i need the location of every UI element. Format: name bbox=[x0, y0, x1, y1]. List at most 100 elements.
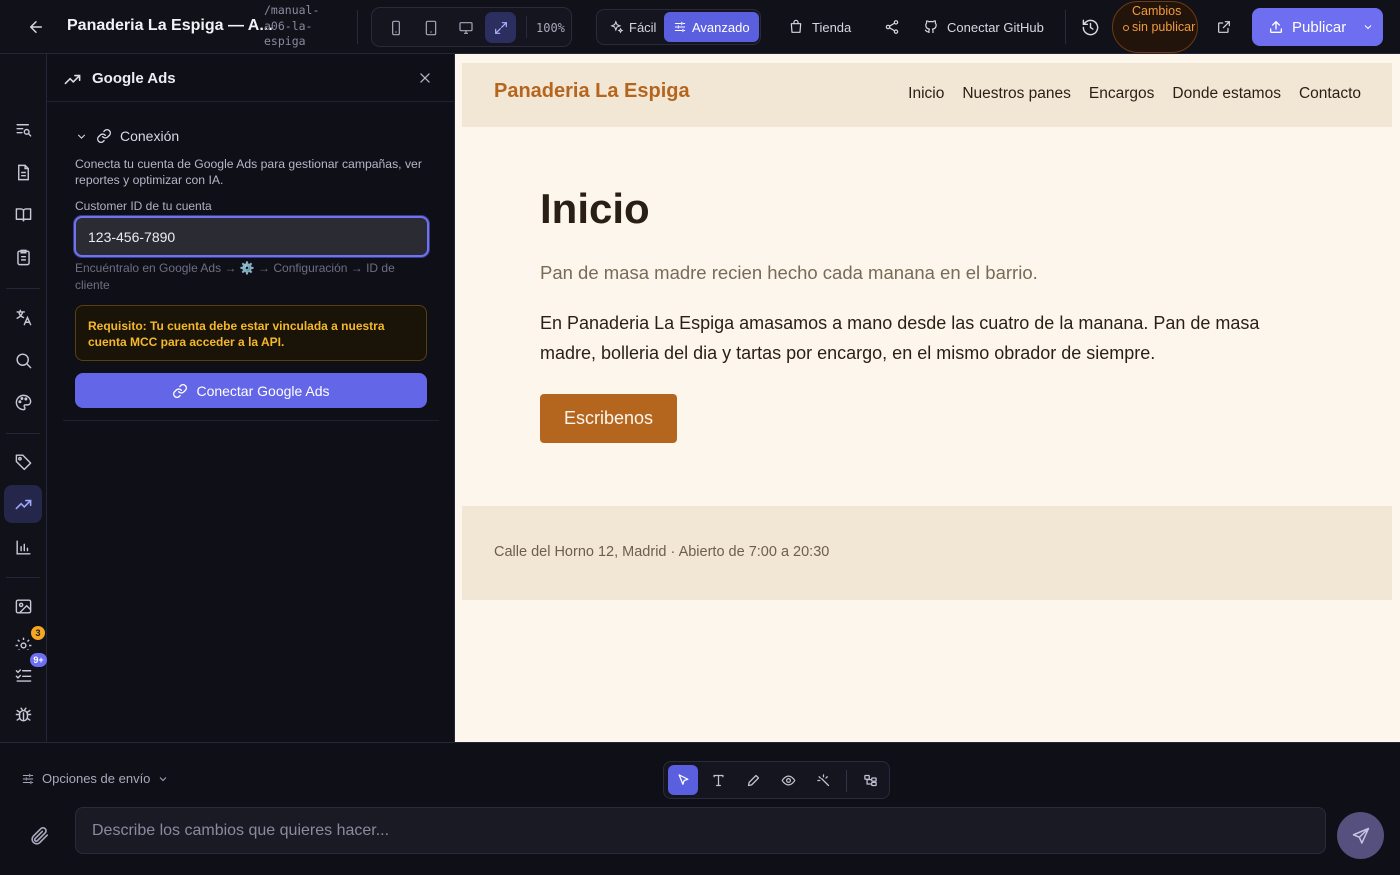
site-nav: Inicio Nuestros panes Encargos Donde est… bbox=[908, 85, 1361, 103]
connect-label: Conectar Google Ads bbox=[196, 382, 330, 399]
rail-item-analytics[interactable] bbox=[4, 528, 42, 566]
site-nav-item[interactable]: Contacto bbox=[1299, 85, 1361, 103]
mode-advanced-label: Avanzado bbox=[692, 19, 750, 35]
rail-item-content[interactable] bbox=[4, 153, 42, 191]
sparkles-icon bbox=[610, 20, 624, 34]
status-dot-icon bbox=[1123, 25, 1129, 31]
left-rail: 3 9+ bbox=[0, 54, 47, 742]
history-icon bbox=[1082, 19, 1099, 35]
expand-icon bbox=[494, 21, 507, 34]
tablet-view-button[interactable] bbox=[415, 12, 446, 43]
project-slug: /manual-a06-la-espiga bbox=[264, 3, 320, 48]
select-tool-button[interactable] bbox=[668, 765, 698, 795]
chevron-down-icon bbox=[77, 133, 86, 139]
text-search-icon bbox=[15, 123, 31, 137]
link-icon bbox=[97, 129, 111, 143]
site-logo[interactable]: Panaderia La Espiga bbox=[494, 80, 690, 103]
requirement-warning: Requisito: Tu cuenta debe estar vinculad… bbox=[75, 305, 427, 361]
monitor-icon bbox=[458, 21, 473, 34]
github-label: Conectar GitHub bbox=[947, 19, 1044, 35]
close-icon[interactable] bbox=[418, 71, 432, 85]
attach-button[interactable] bbox=[28, 825, 50, 847]
notification-badge: 3 bbox=[31, 626, 45, 640]
rail-item-tasks[interactable] bbox=[4, 656, 42, 694]
structure-tool-button[interactable] bbox=[855, 765, 885, 795]
fullscreen-view-button[interactable] bbox=[485, 12, 516, 43]
message-input[interactable] bbox=[75, 807, 1326, 854]
desktop-view-button[interactable] bbox=[450, 12, 481, 43]
smartphone-icon bbox=[391, 20, 400, 35]
site-nav-item[interactable]: Encargos bbox=[1089, 85, 1154, 103]
file-text-icon bbox=[17, 164, 29, 180]
section-header[interactable]: Conexión bbox=[75, 128, 179, 144]
share-button[interactable] bbox=[884, 14, 900, 40]
pointer-icon bbox=[678, 773, 688, 785]
connect-github-button[interactable]: Conectar GitHub bbox=[923, 14, 1044, 40]
share-icon bbox=[885, 20, 899, 34]
rail-item-forms[interactable] bbox=[4, 238, 42, 276]
shopping-bag-icon bbox=[790, 19, 802, 33]
customer-id-input[interactable] bbox=[74, 216, 429, 257]
connect-google-ads-button[interactable]: Conectar Google Ads bbox=[75, 373, 427, 408]
mobile-view-button[interactable] bbox=[380, 12, 411, 43]
back-button[interactable] bbox=[22, 13, 50, 41]
google-ads-panel: Google Ads Conexión Conecta tu cuenta de… bbox=[47, 54, 455, 742]
mode-easy-button[interactable]: Fácil bbox=[601, 12, 665, 42]
layout-tree-icon bbox=[863, 774, 877, 786]
unpublished-changes-badge[interactable]: Cambios sin publicar bbox=[1112, 1, 1198, 53]
rail-item-debug[interactable] bbox=[4, 695, 42, 733]
cta-button[interactable]: Escribenos bbox=[540, 394, 677, 443]
send-options-button[interactable]: Opciones de envío bbox=[21, 771, 169, 786]
mode-toggle-group: Fácil Avanzado bbox=[596, 9, 761, 45]
panel-title: Google Ads bbox=[92, 70, 176, 87]
book-open-icon bbox=[15, 207, 31, 222]
rail-item-theme[interactable] bbox=[4, 383, 42, 421]
site-nav-item[interactable]: Nuestros panes bbox=[962, 85, 1071, 103]
magic-tool-button[interactable] bbox=[808, 765, 838, 795]
external-link-icon bbox=[1218, 21, 1230, 33]
image-icon bbox=[15, 598, 31, 614]
text-tool-button[interactable] bbox=[703, 765, 733, 795]
type-icon bbox=[713, 774, 723, 786]
rail-item-pages[interactable] bbox=[4, 110, 42, 148]
bar-chart-icon bbox=[15, 539, 31, 555]
top-bar: Panaderia La Espiga — A... /manual-a06-l… bbox=[0, 0, 1400, 54]
rail-item-media[interactable] bbox=[4, 587, 42, 625]
customer-id-hint: Encuéntralo en Google Ads → ⚙️ → Configu… bbox=[75, 261, 395, 292]
publish-button[interactable]: Publicar bbox=[1252, 8, 1383, 46]
rail-item-tags[interactable] bbox=[4, 442, 42, 480]
divider bbox=[526, 16, 527, 38]
open-external-button[interactable] bbox=[1216, 14, 1232, 40]
divider bbox=[1065, 10, 1066, 44]
store-button[interactable]: Tienda bbox=[788, 14, 851, 40]
divider bbox=[6, 433, 40, 434]
hero-body: En Panaderia La Espiga amasamos a mano d… bbox=[540, 313, 1260, 363]
mode-advanced-button[interactable]: Avanzado bbox=[664, 12, 759, 42]
rail-item-docs[interactable] bbox=[4, 195, 42, 233]
send-button[interactable] bbox=[1337, 812, 1384, 859]
link-icon bbox=[173, 383, 188, 398]
hero-title: Inicio bbox=[540, 185, 650, 232]
rail-item-seo[interactable] bbox=[4, 341, 42, 379]
site-nav-item[interactable]: Donde estamos bbox=[1172, 85, 1281, 103]
send-options-label: Opciones de envío bbox=[42, 771, 151, 786]
preview-tool-button[interactable] bbox=[773, 765, 803, 795]
chevron-down-icon[interactable] bbox=[1362, 21, 1374, 33]
rail-item-translate[interactable] bbox=[4, 298, 42, 336]
site-nav-item[interactable]: Inicio bbox=[908, 85, 944, 103]
store-label: Tienda bbox=[812, 19, 852, 35]
divider bbox=[6, 288, 40, 289]
panel-header: Google Ads bbox=[47, 54, 455, 102]
project-title: Panaderia La Espiga — A... bbox=[67, 17, 273, 34]
search-icon bbox=[15, 352, 31, 368]
customer-id-label: Customer ID de tu cuenta bbox=[75, 199, 212, 213]
hero-subtitle: Pan de masa madre recien hecho cada mana… bbox=[540, 262, 1038, 283]
zoom-level[interactable]: 100% bbox=[536, 21, 565, 35]
bug-icon bbox=[15, 706, 31, 722]
draw-tool-button[interactable] bbox=[738, 765, 768, 795]
site-preview: Panaderia La Espiga Inicio Nuestros pane… bbox=[455, 54, 1400, 742]
rail-item-google-ads[interactable] bbox=[4, 485, 42, 523]
trending-up-icon bbox=[64, 74, 81, 85]
chevron-down-icon bbox=[160, 776, 167, 781]
history-button[interactable] bbox=[1081, 14, 1100, 40]
